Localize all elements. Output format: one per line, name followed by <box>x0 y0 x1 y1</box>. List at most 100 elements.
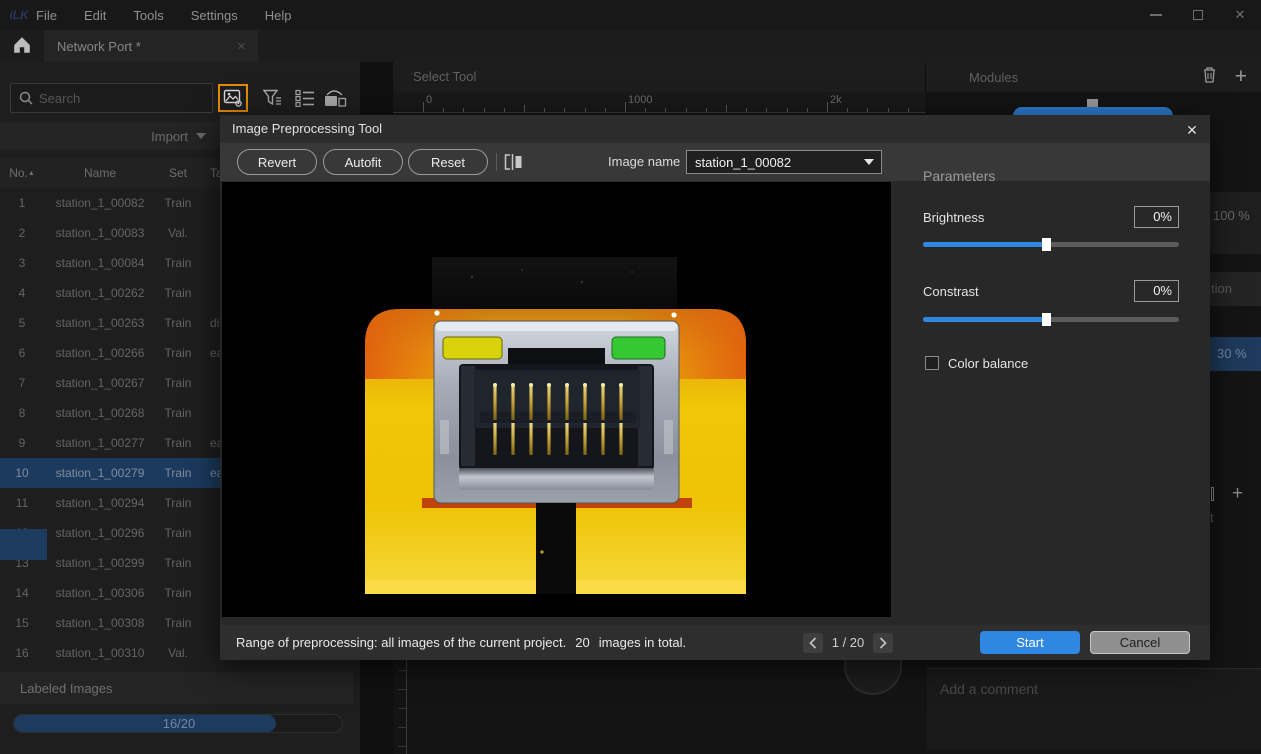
modules-header: Modules + <box>925 62 1261 92</box>
preprocessing-range-text: Range of preprocessing: all images of th… <box>236 625 686 660</box>
threshold-value: 30 % <box>1217 346 1261 361</box>
selected-label-row[interactable] <box>0 529 47 560</box>
chevron-left-icon <box>809 637 817 649</box>
column-header-no[interactable]: No.▲ <box>0 166 44 180</box>
switch-view-button[interactable] <box>320 84 350 112</box>
application-window: iLK File Edit Tools Settings Help ✕ Network … <box>0 0 1261 754</box>
previous-image-button[interactable] <box>803 633 823 653</box>
vertical-ruler <box>393 660 407 754</box>
autofit-button[interactable]: Autofit <box>323 149 403 175</box>
filter-icon <box>263 89 283 107</box>
title-bar: iLK File Edit Tools Settings Help ✕ <box>0 0 1261 30</box>
tab-close-icon[interactable]: ✕ <box>237 40 246 53</box>
rj45-connector-photo <box>222 182 891 617</box>
import-label: Import <box>151 129 188 144</box>
add-label-button[interactable]: + <box>1232 485 1243 503</box>
comment-input[interactable] <box>940 681 1240 697</box>
color-balance-checkbox[interactable] <box>925 356 939 370</box>
label-list-button[interactable] <box>290 84 320 112</box>
threshold-row[interactable]: 30 % <box>1210 337 1261 371</box>
home-icon <box>12 36 32 54</box>
window-controls: ✕ <box>1143 0 1253 30</box>
close-window-button[interactable]: ✕ <box>1227 4 1253 26</box>
contrast-label: Constrast <box>923 284 979 299</box>
page-indicator: 1 / 20 <box>825 625 871 660</box>
parameters-title: Parameters <box>923 168 995 184</box>
dialog-close-button[interactable]: ✕ <box>1182 120 1202 140</box>
module-connector-handle[interactable] <box>1087 99 1098 107</box>
select-tool-header: Select Tool <box>393 62 925 92</box>
image-viewport[interactable] <box>222 182 891 617</box>
maximize-icon <box>1193 10 1203 20</box>
dialog-title: Image Preprocessing Tool <box>232 115 382 143</box>
trash-icon <box>1202 66 1217 83</box>
label-list-icon <box>295 89 315 107</box>
image-name-select[interactable]: station_1_00082 <box>686 150 882 174</box>
chevron-down-icon <box>864 159 874 165</box>
chevron-right-icon <box>879 637 887 649</box>
cancel-button[interactable]: Cancel <box>1090 631 1190 654</box>
brightness-slider[interactable] <box>923 242 1179 247</box>
labeled-progress-bar: 16/20 <box>13 714 343 733</box>
menu-settings[interactable]: Settings <box>191 8 238 23</box>
image-preprocessing-dialog: Image Preprocessing Tool ✕ Revert Autofi… <box>220 115 1210 660</box>
menu-bar: File Edit Tools Settings Help <box>36 0 291 30</box>
contrast-slider[interactable] <box>923 317 1179 322</box>
maximize-button[interactable] <box>1185 4 1211 26</box>
compare-before-after-button[interactable] <box>504 154 523 175</box>
labeled-images-header: Labeled Images <box>0 672 353 704</box>
switch-view-icon <box>323 89 347 108</box>
import-button[interactable]: Import <box>0 122 220 150</box>
minimize-button[interactable] <box>1143 4 1169 26</box>
menu-help[interactable]: Help <box>265 8 292 23</box>
total-count: 20 <box>575 635 589 650</box>
tab-network-port[interactable]: Network Port * ✕ <box>44 30 258 62</box>
right-panel-icons: + <box>1210 483 1261 505</box>
brightness-value[interactable]: 0% <box>1134 206 1179 228</box>
brightness-label: Brightness <box>923 210 984 225</box>
dialog-toolbar: Revert Autofit Reset Image name station_… <box>220 143 1210 181</box>
chevron-down-icon <box>196 133 206 139</box>
contrast-slider-fill <box>923 317 1046 322</box>
contrast-slider-thumb[interactable] <box>1042 313 1051 326</box>
contrast-value[interactable]: 0% <box>1134 280 1179 302</box>
filter-button[interactable] <box>258 84 288 112</box>
compare-icon <box>504 154 523 170</box>
reset-button[interactable]: Reset <box>408 149 488 175</box>
modules-title: Modules <box>969 70 1202 85</box>
image-preprocessing-button[interactable] <box>218 84 248 112</box>
cut-label-2: t <box>1210 510 1261 525</box>
select-tool-label: Select Tool <box>413 69 476 84</box>
search-box[interactable] <box>10 83 213 113</box>
column-header-set: Set <box>156 166 200 180</box>
image-name-label: Image name <box>608 143 680 181</box>
next-image-button[interactable] <box>873 633 893 653</box>
color-balance-label: Color balance <box>948 356 1028 371</box>
image-name-value: station_1_00082 <box>695 155 864 170</box>
comment-panel <box>927 668 1261 750</box>
close-icon: ✕ <box>1235 7 1246 23</box>
add-module-button[interactable]: + <box>1235 68 1247 86</box>
revert-button[interactable]: Revert <box>237 149 317 175</box>
trash-icon-partial[interactable] <box>1211 487 1214 501</box>
zoom-level-value: 100 % <box>1213 208 1261 223</box>
cut-label-row: tion <box>1210 272 1261 306</box>
tab-label: Network Port * <box>57 39 141 54</box>
toolbar-divider <box>496 153 497 171</box>
column-header-name: Name <box>44 166 156 180</box>
image-preprocessing-icon <box>223 88 243 108</box>
delete-module-button[interactable] <box>1202 66 1217 88</box>
horizontal-ruler: 010002k <box>393 92 925 113</box>
app-logo: iLK <box>8 6 30 24</box>
menu-file[interactable]: File <box>36 8 57 23</box>
menu-tools[interactable]: Tools <box>133 8 163 23</box>
search-input[interactable] <box>39 91 189 106</box>
menu-edit[interactable]: Edit <box>84 8 106 23</box>
home-button[interactable] <box>12 36 36 56</box>
search-icon <box>19 91 33 105</box>
brightness-slider-thumb[interactable] <box>1042 238 1051 251</box>
brightness-slider-fill <box>923 242 1046 247</box>
dialog-header: Image Preprocessing Tool ✕ <box>220 115 1210 143</box>
labeled-images-title: Labeled Images <box>20 681 113 696</box>
start-button[interactable]: Start <box>980 631 1080 654</box>
